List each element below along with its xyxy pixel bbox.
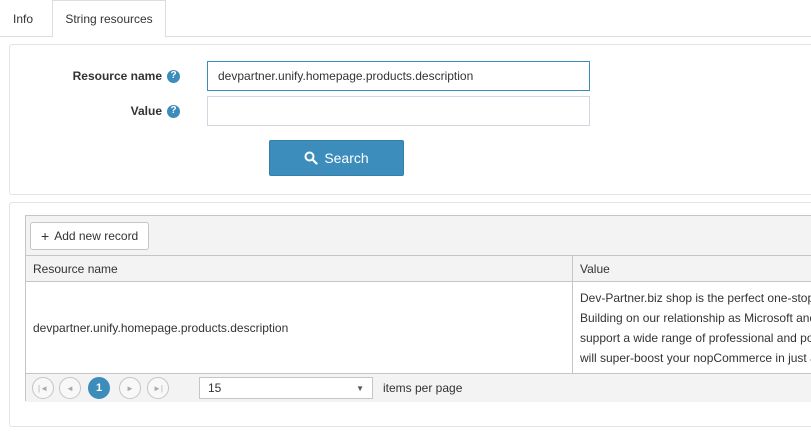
prev-page-icon[interactable]: ◄ [59,377,81,399]
page-size-value: 15 [208,381,222,395]
first-page-icon[interactable]: |◄ [32,377,54,399]
grid-pager: |◄ ◄ 1 ► ►| 15 ▼ items per page [26,374,811,402]
resource-name-label: Resource name ? [20,61,180,91]
add-new-record-button[interactable]: + Add new record [30,222,150,250]
cell-resource-name: devpartner.unify.homepage.products.descr… [26,282,573,374]
value-input[interactable] [207,96,590,126]
grid-toolbar: + Add new record [26,216,811,256]
add-new-record-label: Add new record [54,229,139,243]
plus-icon: + [41,228,50,244]
cell-value: Dev-Partner.biz shop is the perfect one-… [573,282,811,374]
next-page-icon[interactable]: ► [119,377,141,399]
column-header-value[interactable]: Value [573,256,811,282]
table-row[interactable]: devpartner.unify.homepage.products.descr… [26,282,811,374]
caret-down-icon: ▼ [356,383,364,393]
grid-header: Resource name Value [26,256,811,282]
cell-value-line: Building on our relationship as Microsof… [580,311,811,325]
tab-info[interactable]: Info [0,0,46,37]
value-label: Value ? [20,96,180,126]
column-header-resource-name[interactable]: Resource name [26,256,573,282]
resource-name-input[interactable] [207,61,590,91]
cell-value-line: support a wide range of professional and… [580,331,811,345]
help-icon[interactable]: ? [167,69,180,83]
value-label-text: Value [130,104,162,118]
cell-value-line: Dev-Partner.biz shop is the perfect one-… [580,291,811,305]
resource-name-label-text: Resource name [72,69,162,83]
search-button-label: Search [324,150,369,166]
page-number-current[interactable]: 1 [88,377,110,399]
page-size-select[interactable]: 15 ▼ [199,377,373,399]
search-button[interactable]: Search [269,140,404,176]
last-page-icon[interactable]: ►| [147,377,169,399]
tab-bar: Info String resources [0,0,811,38]
search-icon [304,151,318,165]
tab-string-resources[interactable]: String resources [52,0,166,38]
cell-value-line: will super-boost your nopCommerce in jus… [580,351,811,365]
items-per-page-label: items per page [383,381,463,395]
help-icon[interactable]: ? [167,104,180,118]
resources-grid: + Add new record Resource name Value dev… [25,215,811,402]
